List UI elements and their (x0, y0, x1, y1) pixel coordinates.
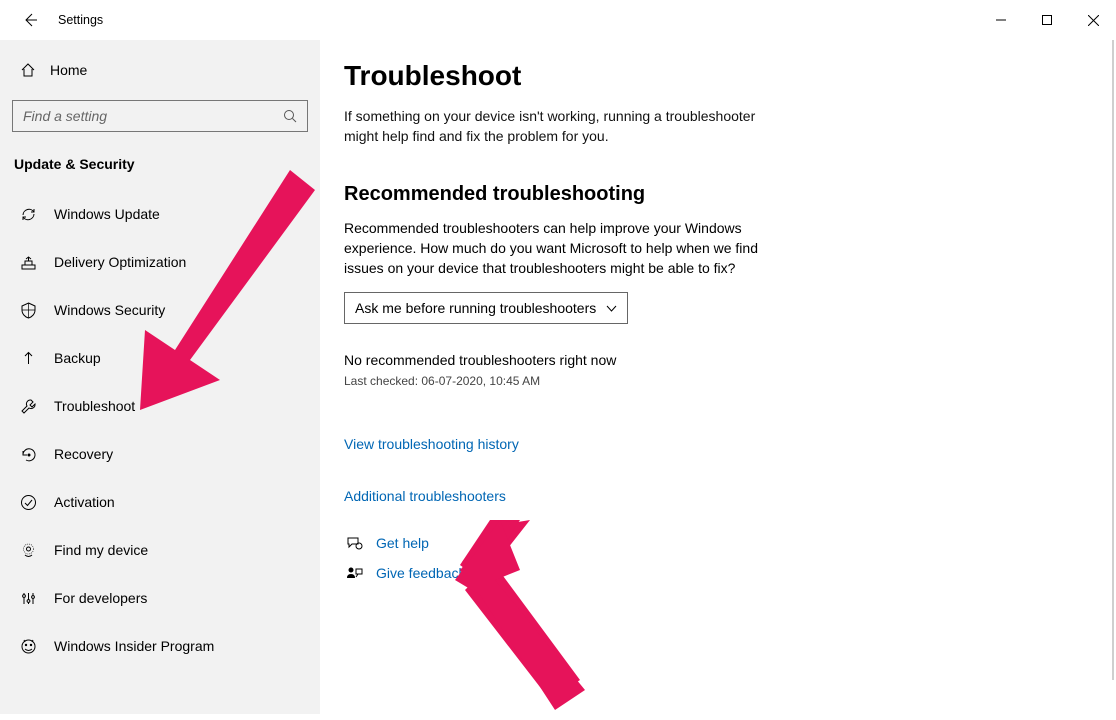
sidebar-item-label: Recovery (54, 446, 113, 462)
feedback-icon (344, 565, 364, 582)
intro-text: If something on your device isn't workin… (344, 106, 774, 147)
window-title: Settings (58, 13, 103, 27)
give-feedback-link[interactable]: Give feedback (376, 565, 466, 581)
history-link[interactable]: View troubleshooting history (344, 436, 1116, 452)
window-controls (978, 0, 1116, 40)
minimize-button[interactable] (978, 0, 1024, 40)
sidebar-item-backup[interactable]: Backup (0, 334, 320, 382)
troubleshooter-dropdown[interactable]: Ask me before running troubleshooters (344, 292, 628, 324)
sidebar-item-delivery-optimization[interactable]: Delivery Optimization (0, 238, 320, 286)
sidebar-item-label: Windows Insider Program (54, 638, 214, 654)
sidebar-item-label: Activation (54, 494, 115, 510)
section-title: Recommended troubleshooting (344, 183, 1116, 206)
home-label: Home (50, 62, 87, 78)
arrow-left-icon (22, 12, 38, 28)
sidebar-item-label: Find my device (54, 542, 148, 558)
last-checked-text: Last checked: 06-07-2020, 10:45 AM (344, 374, 1116, 388)
insider-icon (18, 638, 38, 655)
home-nav[interactable]: Home (0, 50, 320, 90)
sidebar-item-label: For developers (54, 590, 147, 606)
check-circle-icon (18, 494, 38, 511)
search-input[interactable] (23, 108, 256, 124)
search-icon (283, 109, 297, 123)
sidebar-item-label: Windows Security (54, 302, 165, 318)
maximize-button[interactable] (1024, 0, 1070, 40)
maximize-icon (1042, 15, 1052, 25)
sidebar-item-label: Troubleshoot (54, 398, 135, 414)
titlebar: Settings (0, 0, 1116, 40)
give-feedback-row[interactable]: Give feedback (344, 558, 1116, 588)
section-description: Recommended troubleshooters can help imp… (344, 218, 774, 279)
dropdown-value: Ask me before running troubleshooters (355, 300, 596, 316)
additional-troubleshooters-link[interactable]: Additional troubleshooters (344, 488, 1116, 504)
chevron-down-icon (606, 303, 617, 314)
minimize-icon (996, 15, 1006, 25)
sidebar-item-troubleshoot[interactable]: Troubleshoot (0, 382, 320, 430)
backup-icon (18, 350, 38, 367)
shield-icon (18, 302, 38, 319)
sidebar-item-label: Windows Update (54, 206, 160, 222)
location-icon (18, 542, 38, 559)
developer-icon (18, 590, 38, 607)
sync-icon (18, 206, 38, 223)
scrollbar[interactable] (1112, 40, 1114, 680)
category-header: Update & Security (0, 148, 320, 190)
get-help-link[interactable]: Get help (376, 535, 429, 551)
sidebar-item-windows-update[interactable]: Windows Update (0, 190, 320, 238)
chat-icon (344, 535, 364, 552)
sidebar-item-label: Delivery Optimization (54, 254, 186, 270)
delivery-icon (18, 254, 38, 271)
sidebar: Home Update & Security Windows Update De… (0, 40, 320, 714)
get-help-row[interactable]: Get help (344, 528, 1116, 558)
page-title: Troubleshoot (344, 60, 1116, 92)
search-box[interactable] (12, 100, 308, 132)
recovery-icon (18, 446, 38, 463)
main-panel: Troubleshoot If something on your device… (320, 40, 1116, 714)
sidebar-item-activation[interactable]: Activation (0, 478, 320, 526)
sidebar-item-label: Backup (54, 350, 101, 366)
no-recommended-text: No recommended troubleshooters right now (344, 352, 1116, 368)
sidebar-item-windows-insider[interactable]: Windows Insider Program (0, 622, 320, 670)
sidebar-item-windows-security[interactable]: Windows Security (0, 286, 320, 334)
close-icon (1088, 15, 1099, 26)
back-button[interactable] (18, 8, 42, 32)
sidebar-item-find-my-device[interactable]: Find my device (0, 526, 320, 574)
home-icon (18, 62, 38, 78)
sidebar-item-for-developers[interactable]: For developers (0, 574, 320, 622)
close-button[interactable] (1070, 0, 1116, 40)
wrench-icon (18, 398, 38, 415)
sidebar-item-recovery[interactable]: Recovery (0, 430, 320, 478)
